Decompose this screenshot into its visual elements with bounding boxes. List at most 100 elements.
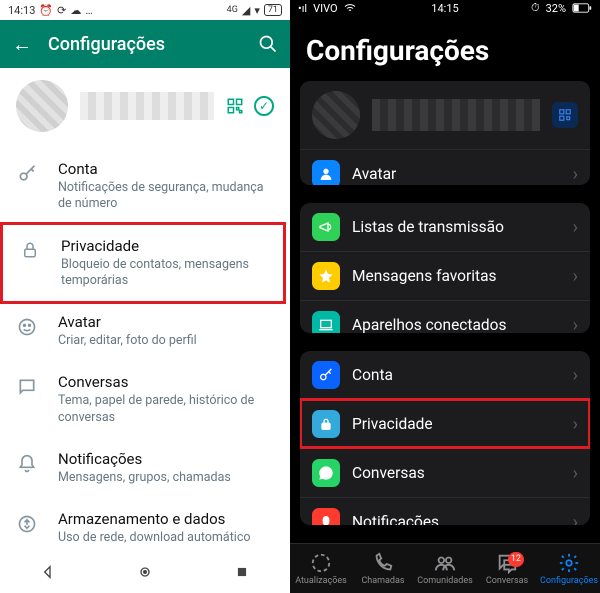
gear-icon (558, 552, 580, 574)
avatar (312, 91, 360, 139)
item-sub: Bloqueio de contatos, mensagens temporár… (61, 257, 271, 290)
battery-icon: 71 (264, 4, 282, 16)
item-label: Conta (352, 366, 561, 384)
signal-icon: ◢ (242, 4, 250, 17)
chevron-right-icon: › (573, 365, 578, 386)
status-time: 14:15 (431, 2, 458, 15)
settings-item-notificacoes[interactable]: NotificaçõesMensagens, grupos, chamadas (0, 438, 290, 498)
settings-item-conversas[interactable]: Conversas Tema, papel de parede, históric… (0, 361, 290, 438)
ios-group-2: Listas de transmissão › Mensagens favori… (300, 203, 590, 333)
signal-icon: •ıl (298, 2, 307, 15)
whatsapp-icon (312, 459, 340, 487)
item-title: Armazenamento e dados (58, 510, 251, 528)
item-label: Privacidade (352, 415, 561, 433)
item-title: Privacidade (61, 237, 271, 255)
item-sub: Uso de rede, download automático (58, 530, 251, 546)
item-title: Conversas (58, 373, 274, 391)
settings-item-privacidade[interactable]: Privacidade Bloqueio de contatos, mensage… (0, 222, 286, 305)
status-time: 14:13 (8, 4, 35, 17)
alarm-icon: ⏱ (531, 1, 540, 15)
android-status-bar: 14:13 ⏰ ⟳ ☁ … 4G ◢ ▾ 71 (0, 0, 290, 20)
android-settings-list: Conta Notificações de segurança, mudança … (0, 148, 290, 551)
ios-profile-card: Avatar › (300, 81, 590, 185)
people-icon (434, 552, 456, 574)
page-title: Configurações (290, 16, 600, 81)
signal-4g-icon: 4G (227, 5, 238, 15)
tab-configuracoes[interactable]: Configurações (538, 552, 600, 586)
chevron-right-icon: › (573, 512, 578, 525)
home-nav-icon[interactable] (136, 563, 154, 581)
settings-item-armazenamento[interactable]: Armazenamento e dados Uso de rede, downlo… (0, 498, 290, 551)
chevron-right-icon: › (573, 315, 578, 334)
bell-icon (16, 454, 38, 474)
battery-pct: 32% (546, 2, 566, 15)
android-nav-bar (0, 551, 290, 593)
item-sub: Mensagens, grupos, chamadas (58, 470, 231, 486)
sync-icon: ⟳ (57, 4, 66, 17)
broadcast-icon (312, 213, 340, 241)
star-icon (312, 262, 340, 290)
status-ring-icon (310, 552, 332, 574)
recent-nav-icon[interactable] (233, 563, 251, 581)
item-label: Avatar (352, 165, 561, 183)
carrier-label: VIVO (313, 2, 338, 15)
tab-comunidades[interactable]: Comunidades (414, 552, 476, 586)
ios-screen: •ıl VIVO 14:15 ⏱ 32% Configurações Avata… (290, 0, 600, 593)
ios-tab-bar: Atualizações Chamadas Comunidades 12 Con… (290, 543, 600, 593)
ios-item-notificacoes[interactable]: Notificações › (300, 497, 590, 525)
item-sub: Notificações de segurança, mudança de nú… (58, 180, 274, 213)
item-title: Conta (58, 160, 274, 178)
item-sub: Criar, editar, foto do perfil (58, 333, 197, 349)
avatar (16, 80, 68, 132)
item-sub: Tema, papel de parede, histórico de conv… (58, 393, 274, 426)
key-icon (312, 361, 340, 389)
chevron-right-icon: › (573, 164, 578, 185)
laptop-icon (312, 311, 340, 333)
key-icon (16, 164, 38, 184)
qr-icon[interactable] (226, 97, 244, 115)
item-label: Listas de transmissão (352, 218, 561, 236)
item-label: Conversas (352, 464, 561, 482)
lock-icon (312, 410, 340, 438)
item-label: Mensagens favoritas (352, 267, 561, 285)
item-title: Avatar (58, 313, 197, 331)
android-screen: 14:13 ⏰ ⟳ ☁ … 4G ◢ ▾ 71 ← Configurações … (0, 0, 290, 593)
ios-status-bar: •ıl VIVO 14:15 ⏱ 32% (290, 0, 600, 16)
settings-item-avatar[interactable]: Avatar Criar, editar, foto do perfil (0, 301, 290, 361)
android-profile-row[interactable]: ✓ (0, 68, 290, 148)
ios-item-aparelhos[interactable]: Aparelhos conectados › (300, 300, 590, 333)
tab-label: Comunidades (417, 576, 472, 586)
qr-icon[interactable] (552, 102, 578, 128)
avatar-icon (312, 160, 340, 185)
ios-item-avatar[interactable]: Avatar › (300, 149, 590, 185)
chevron-right-icon: › (573, 463, 578, 484)
back-nav-icon[interactable] (39, 563, 57, 581)
ios-group-3: Conta › Privacidade › Conversas › Notifi… (300, 351, 590, 525)
profile-name-blur (80, 92, 214, 120)
chevron-right-icon: › (573, 266, 578, 287)
wifi-icon: ▾ (254, 4, 260, 17)
item-label: Aparelhos conectados (352, 316, 561, 333)
more-icon: … (85, 4, 92, 17)
tab-conversas[interactable]: 12 Conversas (476, 552, 538, 586)
ios-item-privacidade[interactable]: Privacidade › (300, 399, 590, 448)
battery-icon (572, 3, 592, 13)
tab-label: Atualizações (295, 576, 347, 586)
ios-item-favoritas[interactable]: Mensagens favoritas › (300, 251, 590, 300)
tab-chamadas[interactable]: Chamadas (352, 552, 414, 586)
phone-icon (372, 552, 394, 574)
ios-item-conversas[interactable]: Conversas › (300, 448, 590, 497)
cloud-icon: ☁ (70, 4, 81, 17)
check-circle-icon[interactable]: ✓ (254, 96, 274, 116)
settings-item-conta[interactable]: Conta Notificações de segurança, mudança … (0, 148, 290, 225)
ios-profile-row[interactable] (300, 81, 590, 149)
chevron-right-icon: › (573, 217, 578, 238)
ios-item-conta[interactable]: Conta › (300, 351, 590, 399)
back-icon[interactable]: ← (12, 32, 32, 57)
chevron-right-icon: › (573, 414, 578, 435)
ios-item-listas[interactable]: Listas de transmissão › (300, 203, 590, 251)
item-label: Notificações (352, 513, 561, 525)
search-icon[interactable] (258, 34, 278, 54)
tab-atualizacoes[interactable]: Atualizações (290, 552, 352, 586)
page-title: Configurações (48, 34, 242, 55)
